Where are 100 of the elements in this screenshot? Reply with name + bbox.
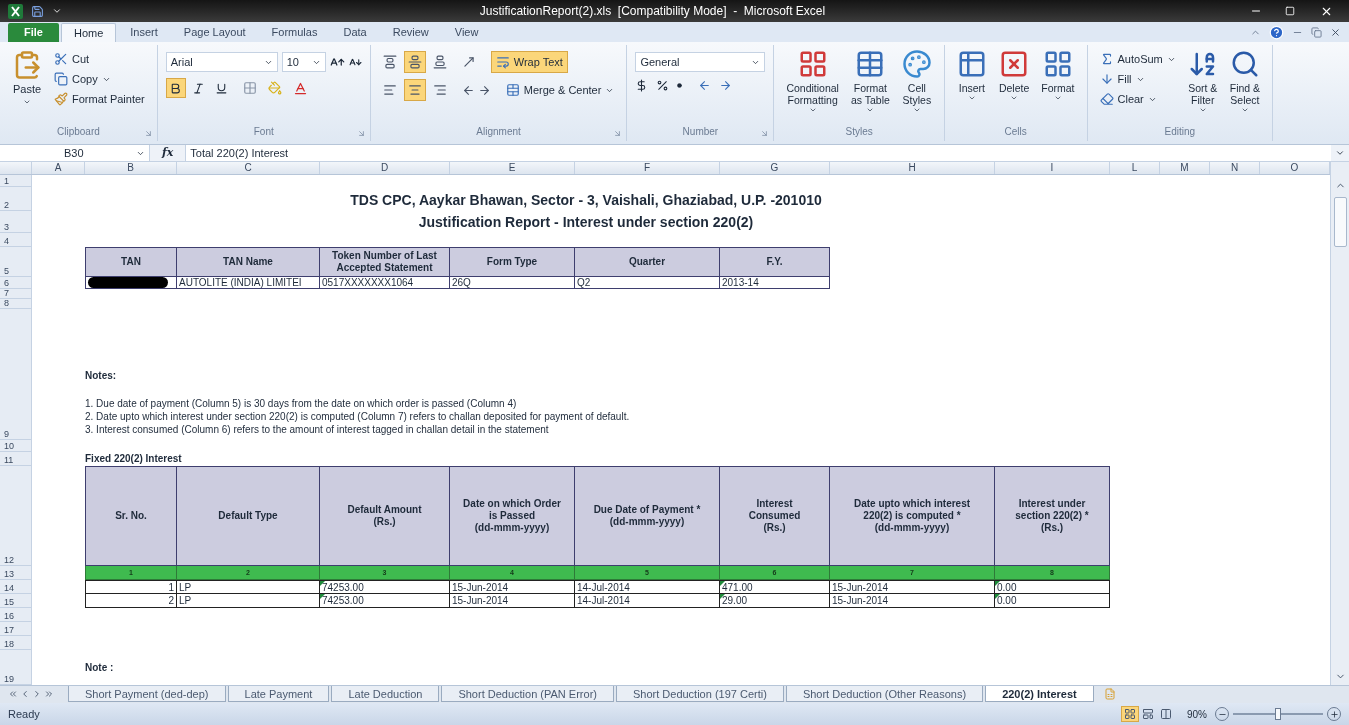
paste-button[interactable]: Paste xyxy=(8,49,46,106)
table-cell: 26Q xyxy=(450,277,575,289)
wrap-text-button[interactable]: Wrap Text xyxy=(490,51,568,73)
ribbon-tab[interactable]: Insert xyxy=(118,23,170,42)
table-cell: 14-Jul-2014 xyxy=(575,594,720,608)
name-box[interactable]: B30 xyxy=(0,145,150,161)
expand-formula-icon[interactable] xyxy=(1335,148,1345,158)
italic-icon xyxy=(192,81,206,95)
ribbon-tab[interactable]: Page Layout xyxy=(171,23,258,42)
sheet-tab[interactable]: Short Deduction (PAN Error) xyxy=(441,686,614,702)
zoom-slider-thumb[interactable] xyxy=(1275,708,1281,720)
row-header[interactable]: 12 xyxy=(0,466,32,566)
row-header[interactable]: 17 xyxy=(0,622,32,636)
diagonal-arrow-icon[interactable] xyxy=(461,55,476,69)
font-name-field[interactable]: Arial xyxy=(165,52,278,72)
ribbon-button[interactable]: Insert xyxy=(952,49,991,102)
caret-icon[interactable] xyxy=(52,6,62,16)
ribbon-tab[interactable]: Home xyxy=(60,23,117,42)
column-header[interactable]: M xyxy=(1160,162,1210,174)
row-header[interactable]: 11 xyxy=(0,452,32,466)
merge-button[interactable]: Merge & Center xyxy=(501,79,619,101)
formula-field[interactable]: Total 220(2) Interest xyxy=(185,145,1331,161)
row-header[interactable]: 10 xyxy=(0,440,32,452)
ribbon-button[interactable]: Format Painter xyxy=(50,89,149,109)
ribbon-button[interactable]: Delete xyxy=(994,49,1034,102)
ribbon-button[interactable]: Format xyxy=(1037,49,1079,102)
ribbon-button[interactable]: Cut xyxy=(50,49,149,69)
column-header[interactable]: I xyxy=(995,162,1110,174)
ribbon-tab[interactable]: Review xyxy=(380,23,441,42)
align-button[interactable] xyxy=(403,51,426,73)
ribbon-button[interactable]: Conditional Formatting xyxy=(782,49,843,114)
ribbon-tab[interactable]: Data xyxy=(331,23,379,42)
ribbon-tab[interactable]: View xyxy=(442,23,491,42)
button-label: Conditional Formatting xyxy=(786,82,839,106)
scroll-thumb[interactable] xyxy=(1333,197,1347,247)
fill-color-icon[interactable] xyxy=(267,81,282,95)
ribbon-button[interactable]: Sort & Filter xyxy=(1183,49,1222,114)
previous-sheet-icon[interactable] xyxy=(20,689,30,699)
paintbrush-icon xyxy=(54,92,68,106)
row-header[interactable]: 15 xyxy=(0,594,32,608)
ribbon-tab[interactable]: Formulas xyxy=(259,23,330,42)
column-header[interactable]: D xyxy=(320,162,450,174)
row-header[interactable]: 9 xyxy=(0,309,32,440)
percent-icon[interactable] xyxy=(656,79,670,92)
row-header[interactable]: 18 xyxy=(0,636,32,650)
vertical-align-icon xyxy=(382,55,397,69)
ribbon-button[interactable]: Copy xyxy=(50,69,149,89)
row-header[interactable]: 3 xyxy=(0,211,32,233)
table-cell: 29.00 xyxy=(720,594,830,608)
row-header[interactable]: 2 xyxy=(0,187,32,211)
sheet-tab[interactable]: Short Deduction (197 Certi) xyxy=(615,686,784,702)
column-header[interactable]: B xyxy=(85,162,177,174)
sheet-tab[interactable]: Short Deduction (Other Reasons) xyxy=(785,686,984,702)
vertical-scrollbar[interactable] xyxy=(1330,162,1349,685)
sheet-tab[interactable]: 220(2) Interest xyxy=(985,686,1094,702)
row-header[interactable]: 8 xyxy=(0,299,32,309)
align-button[interactable] xyxy=(403,79,426,101)
view-button[interactable] xyxy=(1121,706,1139,722)
next-sheet-icon[interactable] xyxy=(32,689,42,699)
font-size-field[interactable]: 10 xyxy=(281,52,326,72)
ribbon-button[interactable]: Find & Select xyxy=(1225,49,1265,114)
row-header[interactable]: 16 xyxy=(0,608,32,622)
column-header[interactable]: F xyxy=(575,162,720,174)
column-header[interactable]: C xyxy=(177,162,320,174)
sheet-tab[interactable]: Short Payment (ded-dep) xyxy=(68,686,226,702)
grid-icon xyxy=(1124,708,1136,720)
caret-icon xyxy=(1053,94,1062,102)
row-header[interactable]: 19 xyxy=(0,650,32,685)
row-header[interactable]: 14 xyxy=(0,580,32,594)
font-color-icon[interactable] xyxy=(292,80,308,96)
row-header[interactable]: 13 xyxy=(0,566,32,580)
vertical-align-icon xyxy=(432,55,447,69)
function-label[interactable]: fx xyxy=(150,144,186,162)
number-format-field[interactable]: General xyxy=(635,52,766,72)
row-header[interactable]: 4 xyxy=(0,233,32,247)
row-header[interactable]: 1 xyxy=(0,175,32,187)
format-toggle[interactable] xyxy=(165,78,186,98)
column-header[interactable]: G xyxy=(720,162,830,174)
ribbon-button[interactable]: Clear xyxy=(1095,89,1180,109)
table-cell: 15-Jun-2014 xyxy=(450,580,575,594)
row-header[interactable]: 6 xyxy=(0,277,32,289)
table-header-cell: Interest Consumed (Rs.) xyxy=(720,466,830,566)
file-tab[interactable]: File xyxy=(8,23,59,42)
column-header[interactable]: L xyxy=(1110,162,1160,174)
close-icon[interactable] xyxy=(1330,26,1341,38)
column-header[interactable]: H xyxy=(830,162,995,174)
help-icon[interactable] xyxy=(1269,24,1284,40)
column-header[interactable]: A xyxy=(32,162,85,174)
row-header[interactable]: 5 xyxy=(0,247,32,277)
save-icon[interactable] xyxy=(31,4,44,18)
column-header[interactable]: E xyxy=(450,162,575,174)
column-header[interactable]: N xyxy=(1210,162,1260,174)
sheet-tab[interactable]: Late Payment xyxy=(227,686,330,702)
ribbon-button[interactable]: Format as Table xyxy=(846,49,894,114)
ribbon-button[interactable]: Fill xyxy=(1095,69,1180,89)
sheet-tab[interactable]: Late Deduction xyxy=(331,686,440,702)
ribbon-button[interactable]: Cell Styles xyxy=(897,49,936,114)
restore-icon[interactable] xyxy=(1311,26,1322,38)
row-header[interactable]: 7 xyxy=(0,289,32,299)
ribbon-button[interactable]: AutoSum xyxy=(1095,49,1180,69)
